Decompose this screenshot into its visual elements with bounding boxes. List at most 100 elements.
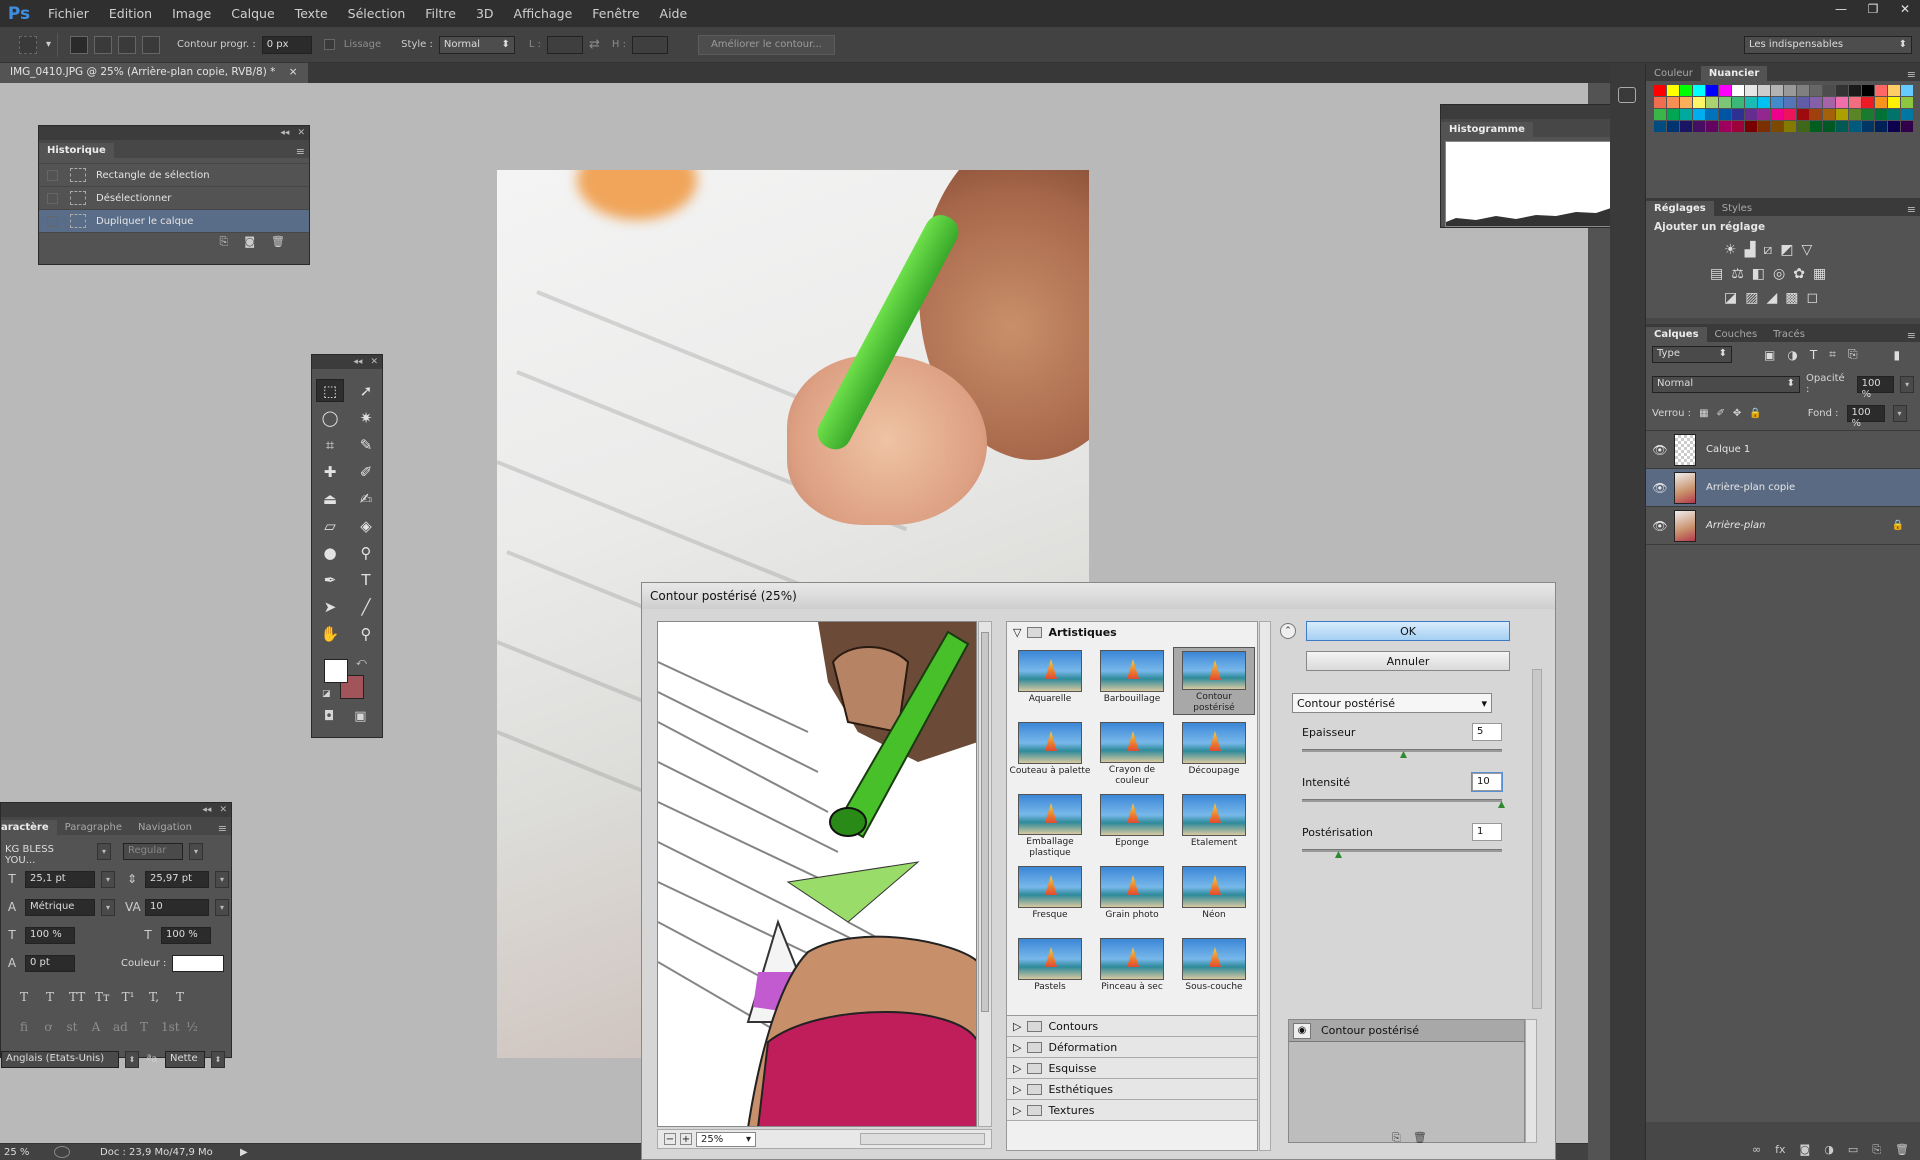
default-colors-icon[interactable]: ◪ [322,689,331,699]
color-swatch[interactable] [1823,85,1835,96]
refine-edge-button[interactable]: Améliorer le contour... [697,34,835,55]
vibrance-icon[interactable]: ▽ [1801,242,1812,258]
color-swatch[interactable] [1784,109,1796,120]
chevron-down-icon[interactable]: ▾ [1892,405,1907,422]
preview-hscrollbar[interactable] [860,1133,985,1145]
tab-paragraph[interactable]: Paragraphe [57,820,130,835]
color-swatch[interactable] [1693,121,1705,132]
color-swatch[interactable] [1758,85,1770,96]
color-swatch[interactable] [1706,121,1718,132]
panel-menu-icon[interactable]: ≡ [214,822,231,835]
eyedropper-tool-icon[interactable]: ✎ [352,433,380,456]
panel-menu-icon[interactable]: ≡ [292,145,309,158]
swap-dimensions-icon[interactable]: ⇄ [589,37,600,52]
panel-menu-icon[interactable]: ≡ [1903,68,1920,81]
color-swatch[interactable] [1888,85,1900,96]
color-swatch[interactable] [1771,121,1783,132]
type-tool-icon[interactable]: T [352,568,380,591]
opentype-button[interactable]: A [89,1020,103,1034]
color-swatch[interactable] [1758,121,1770,132]
filter-thumbnail[interactable]: Crayon de couleur [1091,719,1173,787]
menu-item[interactable]: Calque [221,0,284,27]
color-swatch[interactable] [1771,109,1783,120]
lock-position-icon[interactable]: ✥ [1733,408,1741,419]
collapse-gallery-icon[interactable]: ⌃ [1280,623,1296,639]
antialias-select[interactable]: Nette [165,1050,205,1068]
chevron-down-icon[interactable]: ▾ [101,898,115,916]
color-swatch[interactable] [1719,85,1731,96]
param-slider-track[interactable] [1302,799,1502,802]
menu-item[interactable]: Image [162,0,221,27]
opentype-button[interactable]: ad [113,1020,128,1034]
collapse-icon[interactable]: ◂◂ [280,128,289,138]
ok-button[interactable]: OK [1306,621,1510,641]
close-tab-icon[interactable]: × [289,66,298,78]
rectangular-marquee-tool-icon[interactable]: ⬚ [316,379,344,402]
tracking-input[interactable]: 10 [145,898,209,916]
type-style-button[interactable]: TT [69,990,85,1004]
filter-thumbnail[interactable]: Etalement [1173,791,1255,859]
filter-thumbnail[interactable]: Contour postérisé [1173,647,1255,715]
dodge-tool-icon[interactable]: ⚲ [352,541,380,564]
menu-item[interactable]: Texte [285,0,338,27]
filter-thumbnail[interactable]: Pinceau à sec [1091,935,1173,1003]
color-swatch[interactable] [1654,97,1666,108]
lock-all-icon[interactable]: 🔒 [1749,408,1761,419]
tab-histogram[interactable]: Histogramme [1441,122,1533,137]
chevron-down-icon[interactable]: ▾ [215,898,229,916]
smoothing-checkbox[interactable] [323,39,335,50]
filter-category[interactable]: ▷ Déformation [1007,1037,1257,1058]
close-icon[interactable]: ✕ [297,128,305,138]
status-icon[interactable] [54,1146,70,1158]
brush-tool-icon[interactable]: ✐ [352,460,380,483]
new-layer-icon[interactable]: ⎘ [1872,1143,1881,1157]
kerning-select[interactable]: Métrique [25,898,95,916]
filter-type-icon[interactable]: T [1810,348,1817,362]
new-selection-icon[interactable] [70,35,89,54]
eye-icon[interactable]: 👁 [1646,443,1674,457]
color-swatch[interactable] [1849,121,1861,132]
color-swatch[interactable] [1732,109,1744,120]
brightness-icon[interactable]: ☀ [1724,242,1737,258]
tab-paths[interactable]: Tracés [1765,327,1813,342]
status-menu-arrow-icon[interactable]: ▶ [240,1147,248,1158]
history-item[interactable]: Rectangle de sélection [39,164,309,187]
color-swatch[interactable] [1849,85,1861,96]
color-swatch[interactable] [1667,109,1679,120]
filter-smart-object-icon[interactable]: ⎘ [1848,347,1858,362]
color-swatch[interactable] [1732,85,1744,96]
minimize-icon[interactable]: — [1826,0,1856,18]
color-swatch[interactable] [1875,97,1887,108]
menu-item[interactable]: Sélection [338,0,416,27]
tab-channels[interactable]: Couches [1707,327,1766,342]
color-swatch[interactable] [1901,121,1913,132]
color-swatch[interactable] [1719,121,1731,132]
param-slider-track[interactable] [1302,849,1502,852]
param-input[interactable]: 10 [1471,772,1503,792]
color-swatch[interactable] [1797,121,1809,132]
new-adjustment-icon[interactable]: ◑ [1824,1143,1834,1157]
color-swatch[interactable] [1784,97,1796,108]
chevron-down-icon[interactable]: ⬍ [125,1050,139,1068]
filter-category[interactable]: ▷ Esthétiques [1007,1079,1257,1100]
chevron-down-icon[interactable]: ▾ [189,842,203,860]
filter-shape-icon[interactable]: ⌗ [1829,347,1836,362]
opentype-button[interactable]: fi [17,1020,31,1034]
line-tool-icon[interactable]: ╱ [352,595,380,618]
history-checkbox[interactable] [47,215,58,227]
color-swatch[interactable] [1849,97,1861,108]
type-style-button[interactable]: T [17,990,31,1004]
filter-toggle-icon[interactable]: ▮ [1894,348,1901,362]
effect-layer-row[interactable]: ◉ Contour postérisé [1289,1020,1524,1042]
tab-styles[interactable]: Styles [1714,201,1760,216]
tab-swatches[interactable]: Nuancier [1700,66,1768,81]
filter-adjustment-icon[interactable]: ◑ [1787,348,1797,362]
opentype-button[interactable]: T [137,1020,151,1034]
category-artistic[interactable]: ▽ Artistiques [1007,622,1257,643]
color-swatch[interactable] [1810,109,1822,120]
layer-row[interactable]: 👁 Calque 1 [1646,431,1920,469]
histogram-dock-icon[interactable] [1618,87,1636,103]
tab-history[interactable]: Historique [39,143,114,158]
feather-input[interactable]: 0 px [261,35,312,54]
param-input[interactable]: 1 [1472,823,1502,841]
